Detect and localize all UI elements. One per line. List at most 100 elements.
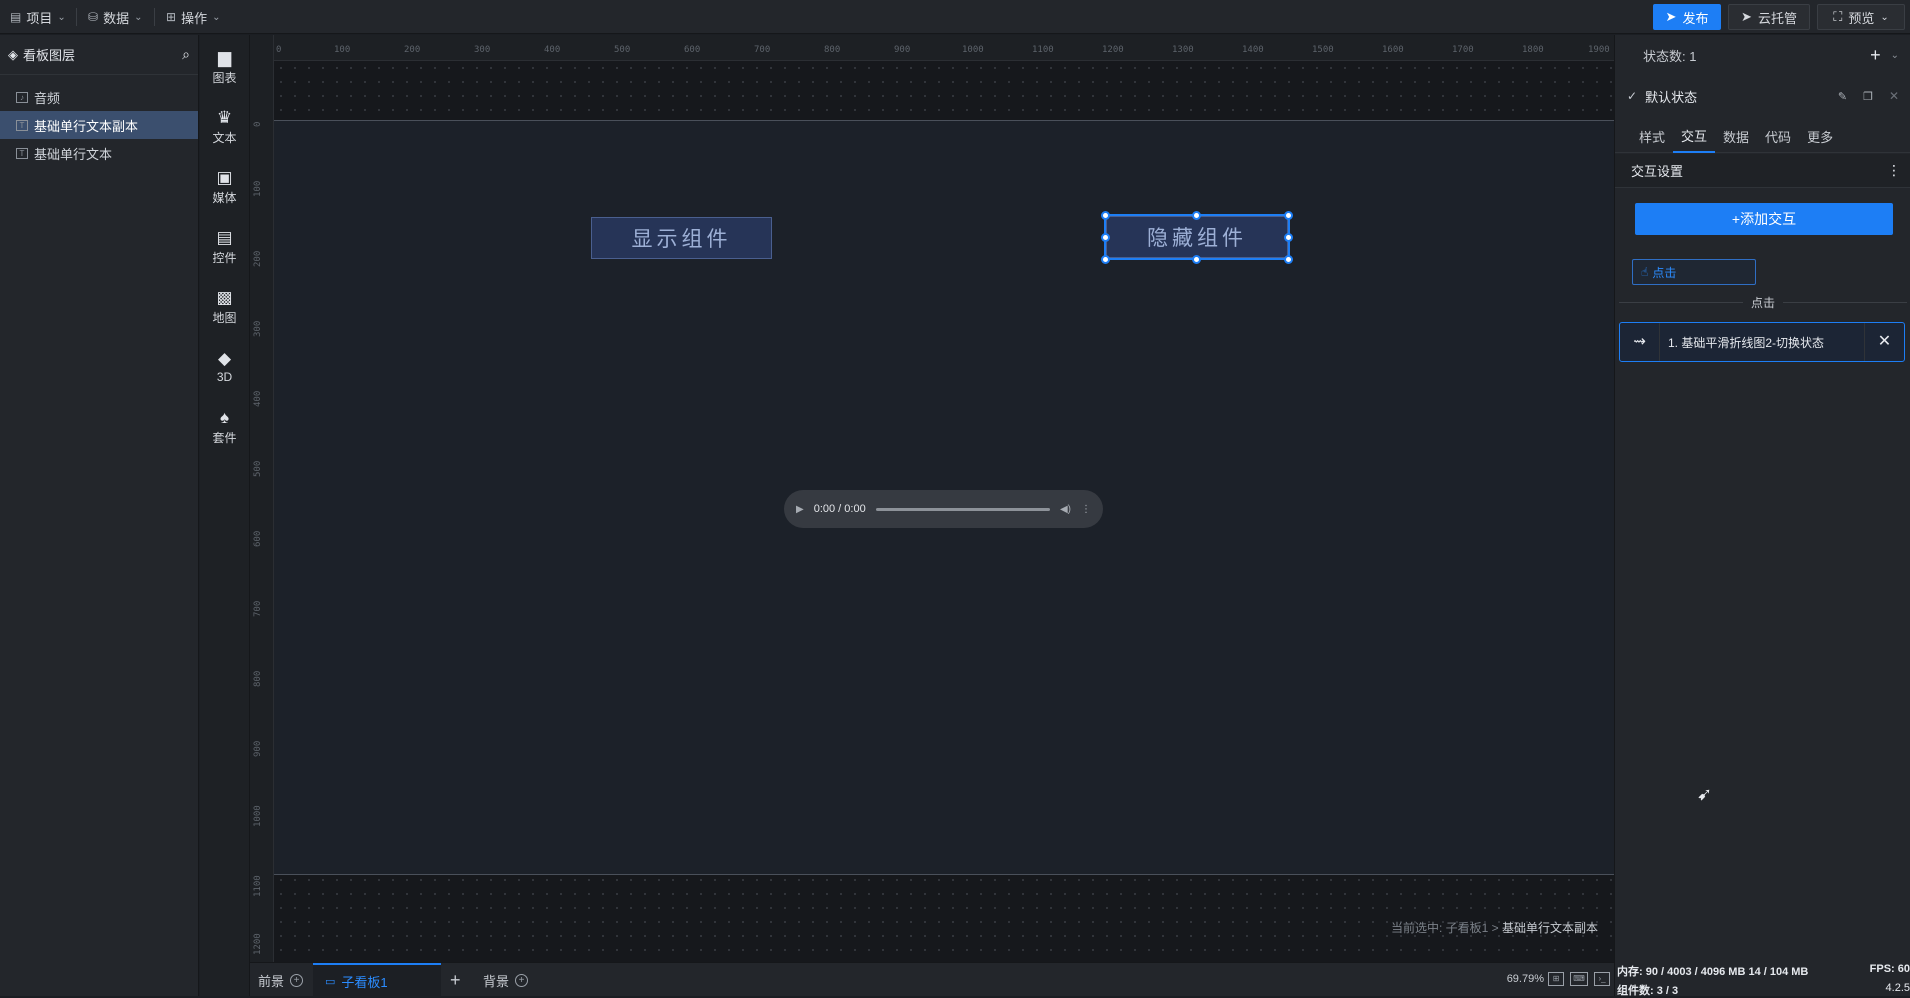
audio-time: 0:00 / 0:00 bbox=[813, 503, 866, 515]
layer-label: 基础单行文本 bbox=[34, 146, 113, 162]
tab-background[interactable]: 背景 + bbox=[483, 963, 529, 997]
component-text[interactable]: ♛ 文本 bbox=[200, 97, 249, 157]
media-icon: ▣ bbox=[216, 167, 233, 187]
ruler-vertical: 0 100 200 300 400 500 600 700 800 900 10… bbox=[250, 35, 274, 962]
edit-icon[interactable]: ✎ bbox=[1838, 90, 1847, 103]
trigger-label: 点击 bbox=[1652, 265, 1677, 280]
audio-progress-bar[interactable] bbox=[875, 507, 1050, 511]
interaction-action-row[interactable]: ⇝ 1. 基础平滑折线图2-切换状态 ✕ bbox=[1619, 322, 1905, 362]
ruler-tick: 600 bbox=[684, 45, 701, 55]
ruler-tick: 300 bbox=[474, 45, 491, 55]
tab-label: 样式 bbox=[1639, 129, 1666, 145]
cube-icon: ◆ bbox=[217, 349, 232, 368]
menu-data[interactable]: ⛁ 数据 ⌄ bbox=[80, 0, 150, 34]
mouse-cursor-icon: ➹ bbox=[1697, 784, 1713, 804]
tab-data[interactable]: 数据 bbox=[1715, 119, 1757, 153]
fit-screen-icon[interactable]: ⊞ bbox=[1548, 972, 1564, 986]
file-icon: ▤ bbox=[10, 10, 22, 24]
version-label: 4.2.5 bbox=[1885, 982, 1910, 994]
ruler-tick: 800 bbox=[824, 45, 841, 55]
play-icon[interactable]: ▶ bbox=[796, 504, 804, 515]
add-circle-icon[interactable]: + bbox=[290, 973, 304, 987]
more-vertical-icon[interactable]: ⋮ bbox=[1081, 504, 1091, 515]
tab-label: 数据 bbox=[1723, 129, 1750, 145]
cloud-host-button[interactable]: ➤ 云托管 bbox=[1728, 4, 1810, 30]
chevron-down-icon: ⌄ bbox=[57, 11, 66, 23]
resize-handle[interactable] bbox=[1101, 211, 1110, 220]
tab-sub-board[interactable]: ▭ 子看板1 bbox=[313, 963, 441, 997]
zoom-level[interactable]: 69.79% bbox=[1507, 973, 1544, 985]
terminal-icon[interactable]: ›_ bbox=[1594, 972, 1610, 986]
tab-label: 更多 bbox=[1807, 129, 1834, 145]
monitor-icon: ▭ bbox=[325, 975, 336, 988]
tab-interaction[interactable]: 交互 bbox=[1673, 119, 1716, 153]
resize-handle[interactable] bbox=[1284, 233, 1293, 242]
copy-icon[interactable]: ❐ bbox=[1863, 90, 1873, 103]
ruler-tick: 700 bbox=[754, 45, 771, 55]
chevron-down-icon: ⌄ bbox=[134, 11, 143, 23]
add-interaction-label: +添加交互 bbox=[1731, 211, 1797, 227]
hide-component-label: 隐藏组件 bbox=[1147, 227, 1247, 250]
layer-item[interactable]: T 基础单行文本 bbox=[0, 139, 198, 167]
tab-label: 子看板1 bbox=[341, 974, 388, 990]
show-component-button[interactable]: 显示组件 bbox=[591, 217, 772, 259]
plus-icon: + bbox=[450, 969, 461, 990]
menu-operation-label: 操作 bbox=[181, 10, 208, 26]
layers-title: 看板图层 bbox=[23, 48, 76, 63]
grid-icon: ⊞ bbox=[166, 10, 177, 24]
component-media[interactable]: ▣ 媒体 bbox=[200, 157, 249, 217]
resize-handle[interactable] bbox=[1101, 255, 1110, 264]
default-state-row[interactable]: ✓ 默认状态 ✎ ❐ ✕ bbox=[1615, 77, 1910, 115]
component-chart[interactable]: ▆ 图表 bbox=[200, 37, 249, 97]
resize-handle[interactable] bbox=[1192, 255, 1201, 264]
add-interaction-button[interactable]: +添加交互 bbox=[1635, 203, 1893, 235]
resize-handle[interactable] bbox=[1284, 255, 1293, 264]
component-label: 地图 bbox=[212, 310, 237, 325]
database-icon: ⛁ bbox=[88, 10, 99, 24]
component-control[interactable]: ▤ 控件 bbox=[200, 217, 249, 277]
ruler-tick: 100 bbox=[334, 45, 351, 55]
hide-component-button[interactable]: 隐藏组件 bbox=[1104, 214, 1290, 260]
component-suite[interactable]: ♠ 套件 bbox=[200, 397, 249, 457]
menu-project[interactable]: ▤ 项目 ⌄ bbox=[2, 0, 74, 34]
ruler-horizontal: 0 100 200 300 400 500 600 700 800 900 10… bbox=[274, 35, 1614, 61]
search-icon[interactable]: ⌕ bbox=[182, 46, 190, 63]
resize-handle[interactable] bbox=[1192, 211, 1201, 220]
tab-more[interactable]: 更多 bbox=[1799, 119, 1841, 153]
tab-code[interactable]: 代码 bbox=[1757, 119, 1799, 153]
layer-item[interactable]: ♪ 音频 bbox=[0, 83, 198, 111]
close-icon[interactable]: ✕ bbox=[1864, 323, 1904, 361]
component-map[interactable]: ▩ 地图 bbox=[200, 277, 249, 337]
add-circle-icon[interactable]: + bbox=[515, 973, 529, 987]
layer-item-selected[interactable]: T 基础单行文本副本 bbox=[0, 111, 198, 139]
resize-handle[interactable] bbox=[1101, 233, 1110, 242]
chevron-down-icon[interactable]: ⌄ bbox=[1891, 50, 1899, 61]
add-state-icon[interactable]: + bbox=[1870, 45, 1881, 66]
preview-button[interactable]: ⛶ 预览 ⌄ bbox=[1817, 4, 1905, 30]
menu-data-label: 数据 bbox=[103, 10, 130, 26]
ruler-tick: 400 bbox=[253, 390, 263, 407]
divider-line bbox=[1619, 301, 1743, 303]
tab-style[interactable]: 样式 bbox=[1631, 119, 1673, 153]
more-vertical-icon[interactable]: ⋮ bbox=[1887, 162, 1901, 179]
resize-handle[interactable] bbox=[1284, 211, 1293, 220]
trigger-select[interactable]: ☝ 点击 bbox=[1632, 259, 1756, 285]
menu-operation[interactable]: ⊞ 操作 ⌄ bbox=[158, 0, 228, 34]
volume-icon[interactable]: ◀) bbox=[1060, 504, 1071, 515]
memory-status: 内存: 90 / 4003 / 4096 MB 14 / 104 MB bbox=[1617, 966, 1809, 978]
fullscreen-icon: ⛶ bbox=[1833, 9, 1843, 24]
add-board-button[interactable]: + bbox=[450, 963, 461, 997]
audio-player[interactable]: ▶ 0:00 / 0:00 ◀) ⋮ bbox=[784, 490, 1103, 528]
publish-button[interactable]: ➤ 发布 bbox=[1653, 4, 1721, 30]
component-3d[interactable]: ◆ 3D bbox=[200, 337, 249, 397]
map-icon: ▩ bbox=[216, 287, 233, 307]
ruler-tick: 1600 bbox=[1382, 45, 1404, 55]
layer-label: 音频 bbox=[34, 90, 61, 106]
close-icon[interactable]: ✕ bbox=[1889, 89, 1899, 103]
layers-header: ◈ 看板图层 ⌕ bbox=[0, 35, 198, 75]
tab-label: 交互 bbox=[1681, 128, 1708, 144]
chevron-down-icon: ⌄ bbox=[1880, 11, 1889, 23]
tab-foreground[interactable]: 前景 + bbox=[258, 963, 304, 997]
keyboard-icon[interactable]: ⌨ bbox=[1570, 972, 1588, 986]
section-title: 交互设置 bbox=[1631, 164, 1684, 179]
